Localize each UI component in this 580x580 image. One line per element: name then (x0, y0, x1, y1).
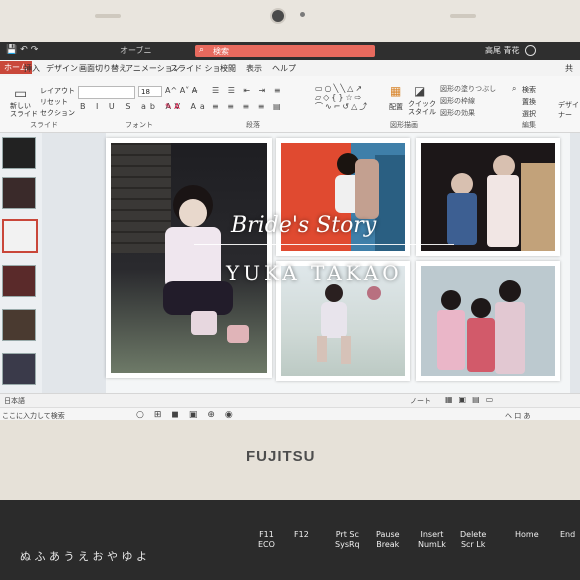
search-box[interactable]: ⌕ 検索 (195, 45, 375, 57)
webcam (270, 8, 286, 24)
title-underline (194, 244, 454, 245)
arrange-icon: ▦ (390, 84, 402, 98)
key-home[interactable]: Home (515, 530, 539, 540)
key-end[interactable]: End (560, 530, 575, 540)
quick-styles-button[interactable]: クイック スタイル (408, 100, 436, 116)
brand-logo: FUJITSU (246, 448, 316, 465)
photo-three-children (421, 266, 555, 376)
slide-title[interactable]: Bride's Story (231, 213, 376, 238)
shape-outline-button[interactable]: 図形の枠線 (440, 96, 475, 106)
tab-transitions[interactable]: 画面切り替え (79, 63, 127, 74)
reset-button[interactable]: リセット (40, 97, 68, 107)
key-prtsc[interactable]: Prt Sc SysRq (335, 530, 360, 550)
webcam-led (300, 12, 305, 17)
photo-frame[interactable] (276, 138, 410, 256)
search-placeholder: 検索 (213, 47, 229, 56)
align-icons[interactable]: ≡ ≡ ≡ ≡ ▤ (212, 102, 284, 111)
photo-frame[interactable] (106, 138, 272, 378)
slide[interactable]: Bride's Story YUKA TAKAO (106, 133, 570, 393)
status-bar: 日本語 ノート ▦▣▤▭ (0, 393, 580, 408)
tab-help[interactable]: ヘルプ (272, 63, 296, 74)
key-delete[interactable]: Delete Scr Lk (460, 530, 486, 550)
drawing-group-label: 図形描画 (390, 121, 418, 129)
shape-fill-button[interactable]: 図形の塗りつぶし (440, 84, 496, 94)
font-group-label: フォント (125, 121, 153, 129)
photo-two-children (421, 143, 555, 251)
slide-thumbnail[interactable] (2, 137, 36, 169)
search-icon: ⌕ (199, 45, 205, 55)
designer-button[interactable]: デザイナー (558, 100, 580, 120)
bezel-slot (95, 14, 121, 18)
photo-frame[interactable] (416, 261, 560, 381)
screen: 💾↶↷ オーブニ ⌕ 検索 高尾 青花 ホーム 挿入 デザイン 画面切り替え ア… (0, 42, 580, 422)
tab-design[interactable]: デザイン (46, 63, 78, 74)
keyboard (0, 500, 580, 580)
select-button[interactable]: 選択 (522, 109, 536, 119)
key-f11[interactable]: F11 ECO (258, 530, 275, 550)
quick-access-toolbar[interactable]: 💾↶↷ (6, 45, 41, 55)
replace-button[interactable]: 置換 (522, 97, 536, 107)
photo-girl-sitting (111, 143, 267, 373)
find-button[interactable]: 検索 (522, 85, 536, 95)
tab-review[interactable]: 校閲 (220, 63, 236, 74)
key-f12[interactable]: F12 (294, 530, 309, 540)
new-slide-button[interactable]: 新しい スライド (10, 102, 38, 118)
view-buttons[interactable]: ▦▣▤▭ (445, 395, 499, 404)
shapes-gallery[interactable]: ▭○╲╲△↗ ▱◇{}☆⇨ ⌒∿⌐↺△⤴ (315, 84, 369, 111)
slides-group-label: スライド (30, 121, 58, 129)
kana-key-row[interactable]: ぬ ふ あ う え お や ゆ よ (20, 548, 147, 564)
paragraph-group-label: 段落 (246, 121, 260, 129)
slide-canvas-area: Bride's Story YUKA TAKAO (42, 133, 580, 393)
find-icon: ⌕ (512, 84, 517, 93)
document-title: オーブニ (120, 46, 152, 55)
font-size-box[interactable]: 18 (138, 86, 162, 97)
user-name[interactable]: 高尾 青花 (485, 45, 520, 56)
title-bar: 💾↶↷ オーブニ ⌕ 検索 高尾 青花 (0, 42, 580, 60)
ribbon-tabs: ホーム 挿入 デザイン 画面切り替え アニメーション スライド ショー 校閲 表… (0, 60, 580, 76)
section-button[interactable]: セクション (40, 108, 75, 118)
slide-thumbnail[interactable] (2, 265, 36, 297)
new-slide-icon: ▭ (14, 86, 28, 102)
layout-button[interactable]: レイアウト (40, 86, 75, 96)
slide-thumbnails-pane (0, 133, 42, 393)
quick-styles-icon: ◪ (414, 84, 426, 98)
language-indicator[interactable]: 日本語 (4, 396, 25, 406)
grow-font-icon[interactable]: A^ A˅ A̶ (165, 86, 197, 95)
bezel-slot (450, 14, 476, 18)
slide-subtitle[interactable]: YUKA TAKAO (226, 261, 403, 285)
editing-group-label: 編集 (522, 121, 536, 129)
slide-thumbnail[interactable] (2, 177, 36, 209)
slide-thumbnail-selected[interactable] (2, 219, 38, 253)
key-pause[interactable]: Pause Break (376, 530, 400, 550)
arrange-button[interactable]: 配置 (389, 102, 403, 112)
tab-insert[interactable]: 挿入 (24, 63, 40, 74)
slide-thumbnail[interactable] (2, 353, 36, 385)
share-button[interactable]: 共 (565, 63, 573, 74)
taskbar-app-icons[interactable]: ○⊞◼▣⊕◉ (136, 410, 243, 420)
slide-thumbnail[interactable] (2, 309, 36, 341)
notes-button[interactable]: ノート (410, 396, 431, 406)
font-color-icon[interactable]: ✎ A (165, 102, 180, 111)
key-insert[interactable]: Insert NumLk (418, 530, 446, 550)
bold-italic-underline-icons[interactable]: B I U S ab AV Aa (80, 102, 209, 111)
user-avatar[interactable] (525, 45, 536, 56)
tab-view[interactable]: 表示 (246, 63, 262, 74)
photo-frame[interactable] (416, 138, 560, 256)
list-icons[interactable]: ☰ ☰ ⇤ ⇥ ≡ (212, 86, 284, 95)
font-name-box[interactable] (78, 86, 135, 99)
shape-effects-button[interactable]: 図形の効果 (440, 108, 475, 118)
